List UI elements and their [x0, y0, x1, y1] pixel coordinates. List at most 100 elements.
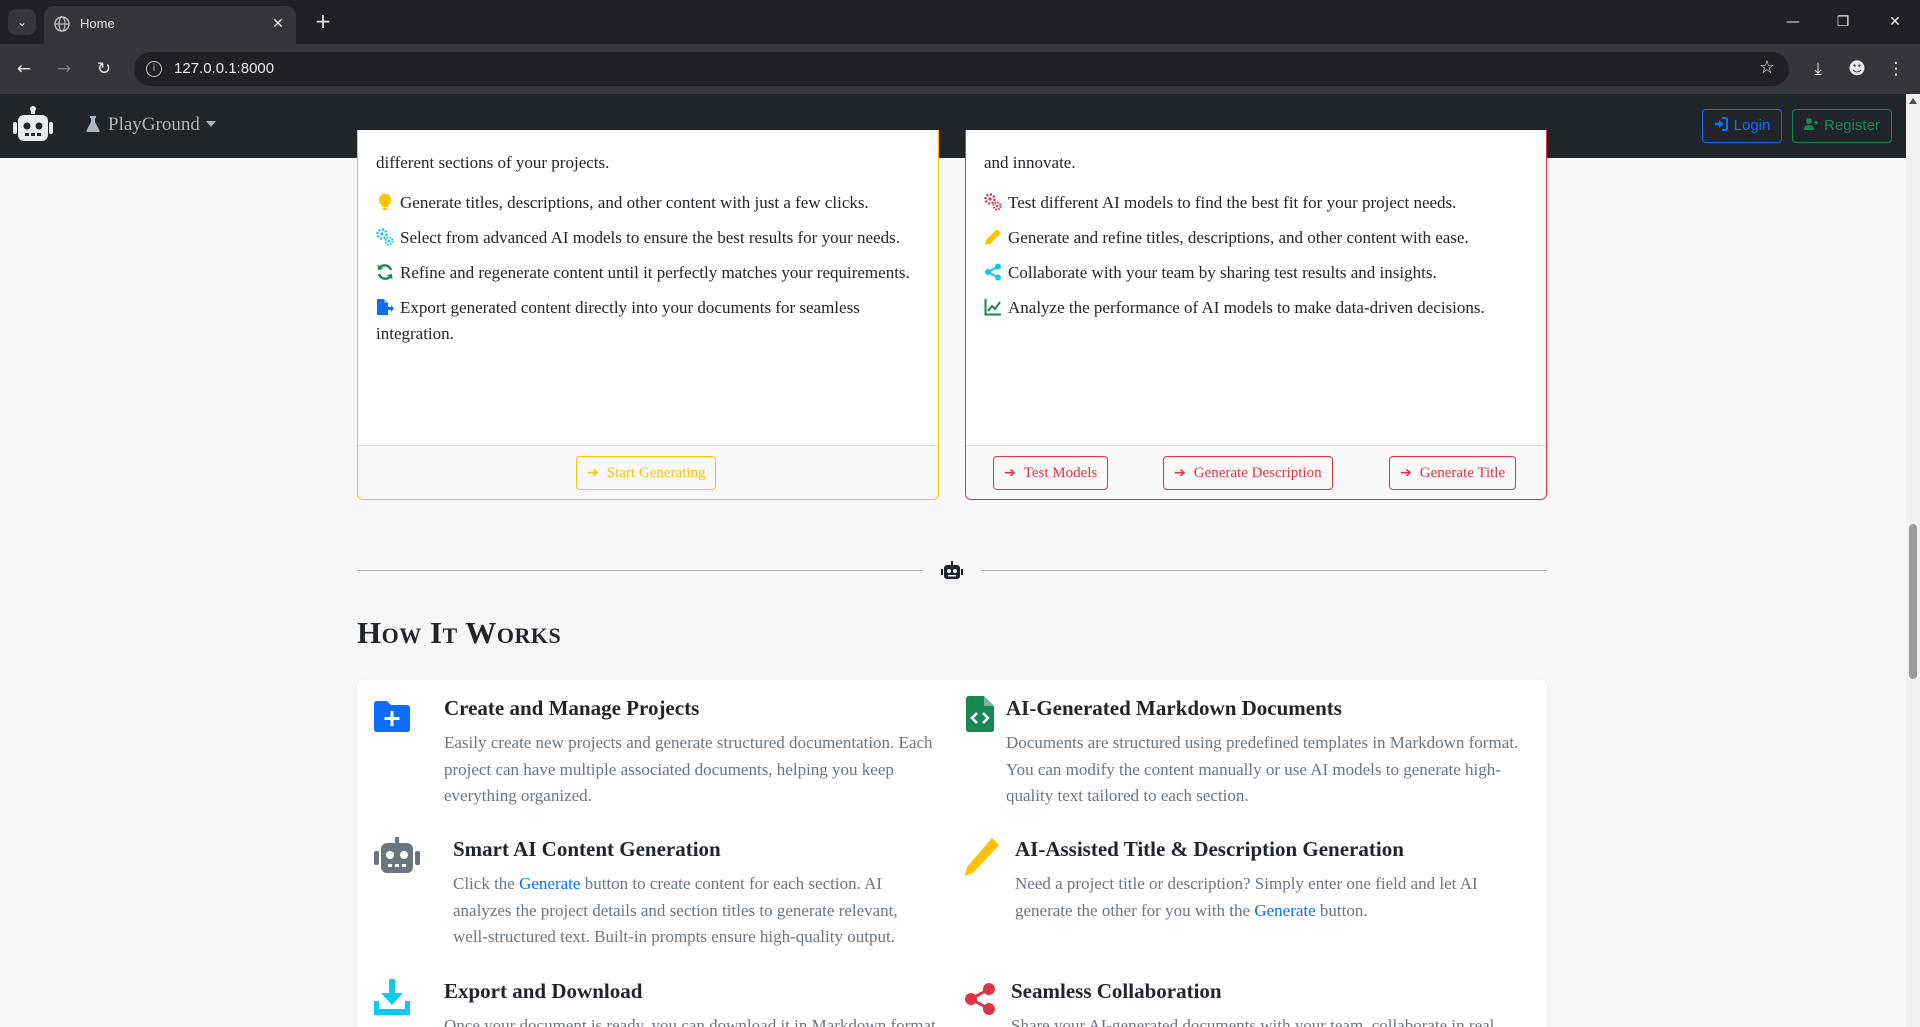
feature-text: Refine and regenerate content until it p…: [400, 263, 910, 282]
content-generation-card: different sections of your projects. Gen…: [357, 130, 939, 500]
feature-text: Generate and refine titles, descriptions…: [1008, 228, 1469, 247]
robot-icon: [374, 837, 420, 873]
browser-toolbar: ← → ↻ i 127.0.0.1:8000 ☆ ⤓ ☻ ⋮: [0, 44, 1920, 94]
bookmark-star-icon[interactable]: ☆: [1759, 57, 1775, 78]
tab-close-icon[interactable]: ✕: [268, 14, 288, 34]
menu-kebab-icon[interactable]: ⋮: [1884, 57, 1908, 81]
divider-line-left: [357, 570, 923, 571]
divider-line-right: [981, 570, 1547, 571]
login-button[interactable]: Login: [1702, 109, 1782, 143]
item-description: Need a project title or description? Sim…: [1015, 871, 1525, 924]
globe-icon: [54, 16, 70, 32]
user-plus-icon: [1804, 118, 1819, 130]
playground-dropdown[interactable]: PlayGround: [86, 114, 216, 136]
folder-plus-icon: [374, 701, 410, 732]
browser-tab-bar: ⌄ Home ✕ + — ❐ ✕: [0, 0, 1920, 44]
arrow-right-icon: ➔: [587, 465, 599, 481]
item-description: Easily create new projects and generate …: [444, 733, 933, 805]
profile-icon[interactable]: ☻: [1845, 57, 1869, 81]
feature-text: Analyze the performance of AI models to …: [1008, 298, 1485, 317]
generate-highlight: Generate: [1254, 900, 1316, 920]
pencil-icon: [985, 229, 1001, 245]
how-it-works-panel: Create and Manage Projects Easily create…: [357, 680, 1547, 1027]
card-body: different sections of your projects. Gen…: [376, 150, 920, 356]
button-label: Generate Title: [1419, 465, 1506, 481]
caret-down-icon: [205, 121, 216, 127]
generate-highlight: Generate: [519, 874, 581, 893]
generate-description-button[interactable]: ➔ Generate Description: [1163, 456, 1333, 490]
card-footer: ➔ Start Generating: [358, 445, 938, 499]
scrollbar-thumb[interactable]: [1909, 524, 1917, 679]
scroll-up-arrow-icon[interactable]: [1909, 98, 1917, 104]
browser-tab-home[interactable]: Home ✕: [44, 6, 296, 44]
site-navbar: PlayGround Login Register: [0, 94, 1906, 158]
arrow-right-icon: ➔: [1004, 465, 1016, 481]
share-icon: [965, 983, 995, 1015]
robot-icon: [941, 561, 963, 579]
share-icon: [985, 263, 1001, 281]
item-title: Create and Manage Projects: [444, 696, 700, 720]
tab-search-chevron-down-icon[interactable]: ⌄: [8, 9, 36, 35]
back-arrow-icon[interactable]: ←: [12, 57, 36, 81]
card-footer: ➔ Test Models ➔ Generate Description ➔ Gene…: [966, 445, 1546, 499]
sync-icon: [377, 264, 393, 280]
item-title: Smart AI Content Generation: [453, 837, 721, 861]
description-text: Need a project title or description? Sim…: [1015, 874, 1478, 920]
address-bar[interactable]: i 127.0.0.1:8000 ☆: [134, 52, 1789, 86]
register-button[interactable]: Register: [1792, 109, 1892, 143]
download-icon[interactable]: ⤓: [1806, 57, 1830, 81]
url-text[interactable]: 127.0.0.1:8000: [174, 60, 274, 77]
flask-icon: [86, 116, 100, 132]
test-models-button[interactable]: ➔ Test Models: [993, 456, 1109, 490]
card-intro-text: and innovate.: [984, 153, 1076, 172]
restore-icon[interactable]: ❐: [1828, 10, 1858, 34]
new-tab-plus-icon[interactable]: +: [312, 10, 334, 32]
window-close-icon[interactable]: ✕: [1880, 10, 1910, 34]
arrow-right-icon: ➔: [1174, 465, 1186, 481]
item-description: Once your document is ready, you can dow…: [444, 1016, 936, 1027]
feature-item: Generate titles, descriptions, and other…: [376, 190, 920, 216]
file-code-icon: [966, 696, 994, 732]
login-label: Login: [1733, 117, 1771, 134]
button-label: Start Generating: [606, 465, 706, 481]
gears-icon: [984, 193, 1002, 211]
feature-item: Test different AI models to find the bes…: [984, 190, 1528, 216]
feature-text: Collaborate with your team by sharing te…: [1008, 263, 1437, 282]
item-title: AI-Generated Markdown Documents: [1006, 696, 1342, 720]
start-generating-button[interactable]: ➔ Start Generating: [576, 456, 717, 490]
page-scrollbar[interactable]: [1906, 94, 1920, 1027]
item-title: Export and Download: [444, 979, 643, 1003]
item-title: Seamless Collaboration: [1011, 979, 1222, 1003]
feature-text: Select from advanced AI models to ensure…: [400, 228, 900, 247]
card-intro-text: different sections of your projects.: [376, 153, 610, 172]
generate-title-button[interactable]: ➔ Generate Title: [1389, 456, 1517, 490]
site-info-icon[interactable]: i: [146, 61, 162, 77]
reload-icon[interactable]: ↻: [92, 57, 116, 81]
chart-line-icon: [984, 299, 1001, 316]
lightbulb-icon: [379, 194, 391, 210]
description-text: button.: [1315, 900, 1368, 920]
button-label: Generate Description: [1193, 465, 1322, 481]
feature-item: Generate and refine titles, descriptions…: [984, 225, 1528, 251]
feature-text: Test different AI models to find the bes…: [1008, 193, 1457, 212]
item-description: Click the Generate button to create cont…: [453, 871, 933, 951]
item-description: Share your AI-generated documents with y…: [1011, 1016, 1495, 1027]
feature-text: Export generated content directly into y…: [376, 298, 860, 343]
register-label: Register: [1824, 117, 1880, 134]
file-export-icon: [377, 299, 394, 315]
how-it-works-heading: How It Works: [357, 615, 562, 650]
item-title: AI-Assisted Title & Description Generati…: [1015, 837, 1404, 861]
playground-label: PlayGround: [108, 114, 200, 135]
sign-in-icon: [1714, 117, 1728, 131]
minimize-icon[interactable]: —: [1778, 10, 1808, 34]
forward-arrow-icon[interactable]: →: [52, 57, 76, 81]
feature-text: Generate titles, descriptions, and other…: [400, 193, 869, 212]
pencil-icon: [965, 838, 999, 876]
arrow-right-icon: ➔: [1400, 465, 1412, 481]
button-label: Test Models: [1023, 465, 1098, 481]
robot-icon[interactable]: [12, 106, 54, 146]
feature-item: Refine and regenerate content until it p…: [376, 260, 920, 286]
download-icon: [374, 979, 410, 1015]
tab-title: Home: [80, 16, 115, 31]
card-body: and innovate. Test different AI models t…: [984, 150, 1528, 330]
